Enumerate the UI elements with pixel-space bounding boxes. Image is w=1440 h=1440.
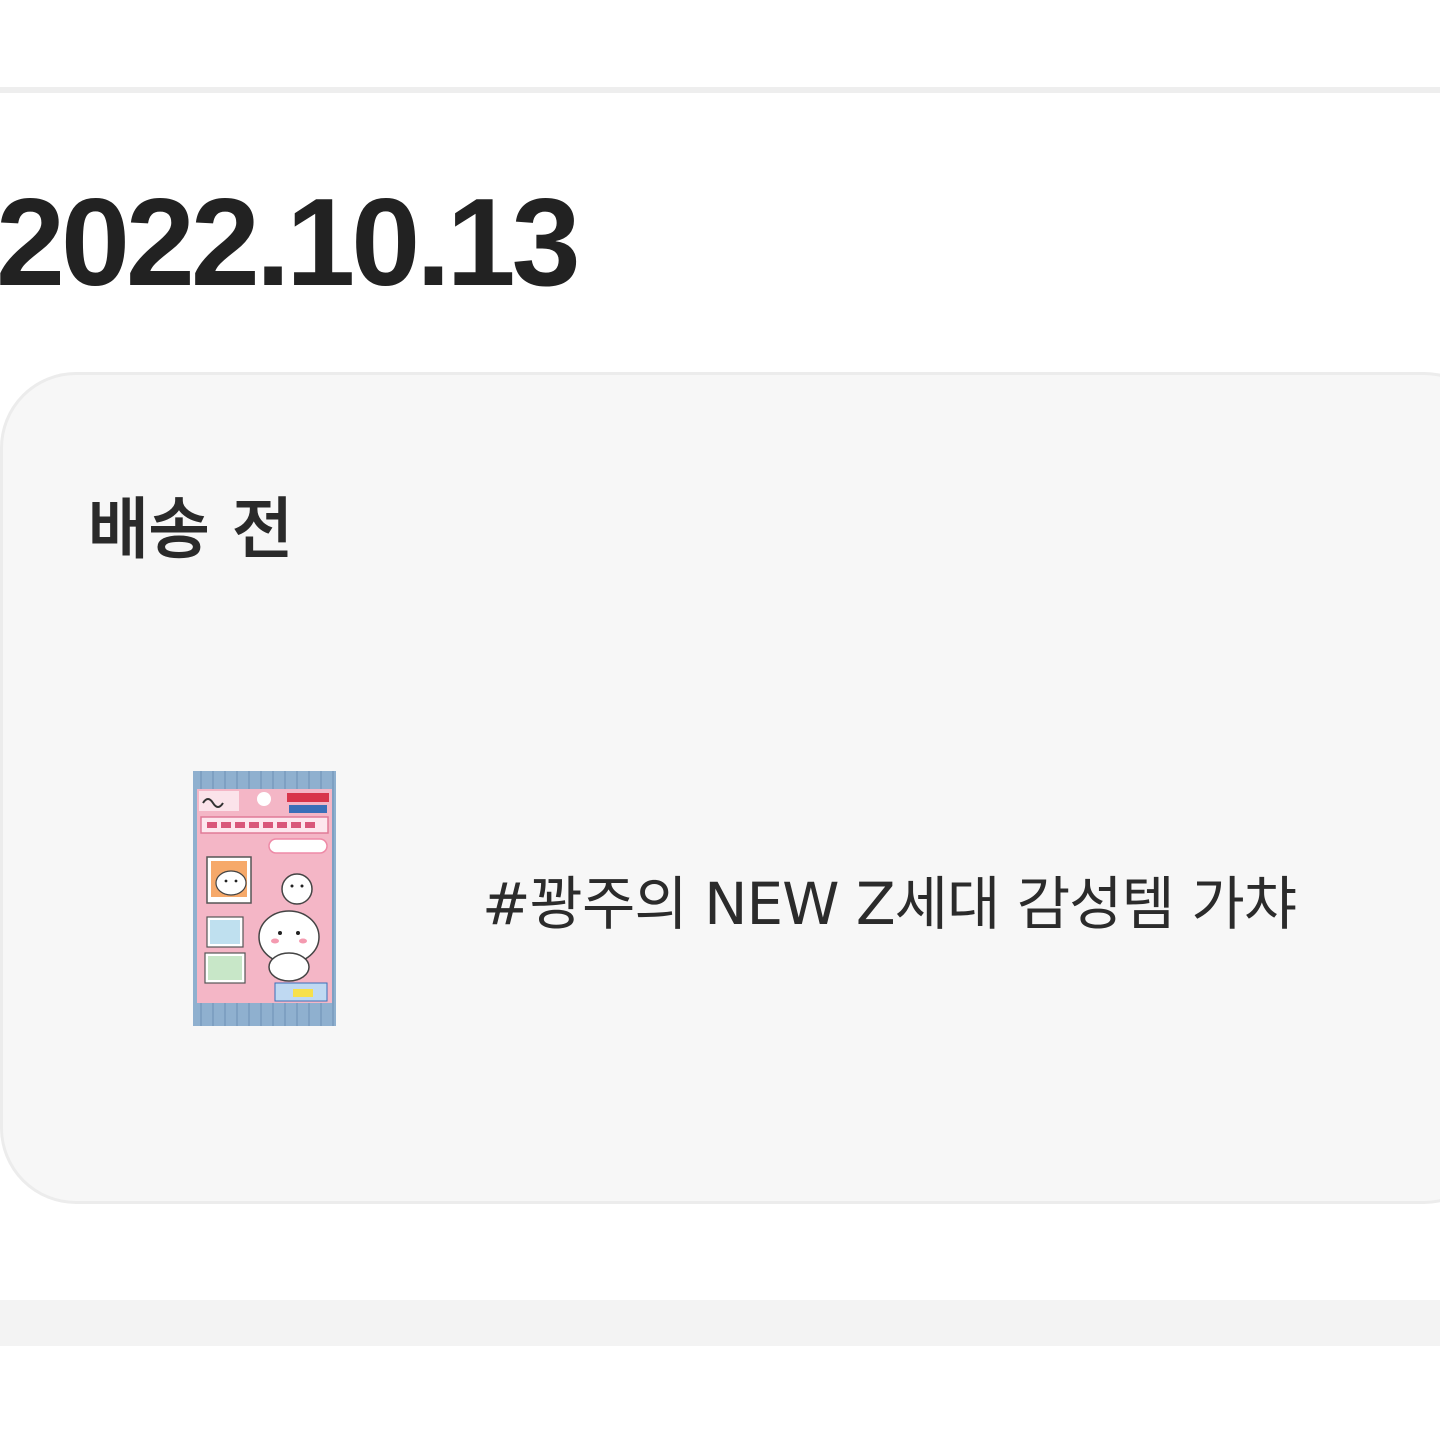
bottom-divider [0, 1300, 1440, 1346]
delivery-status-label: 배송 전 [88, 491, 294, 568]
sticker-pack-image [193, 771, 336, 1026]
order-history-page: 2022.10.13 배송 전 #꽝주의 NEW Z세대 감성템 가챠 [0, 0, 1440, 1440]
section-divider [0, 87, 1440, 93]
product-thumbnail[interactable] [193, 771, 336, 1026]
order-date: 2022.10.13 [0, 174, 581, 312]
product-name[interactable]: #꽝주의 NEW Z세대 감성템 가챠 [482, 868, 1297, 940]
